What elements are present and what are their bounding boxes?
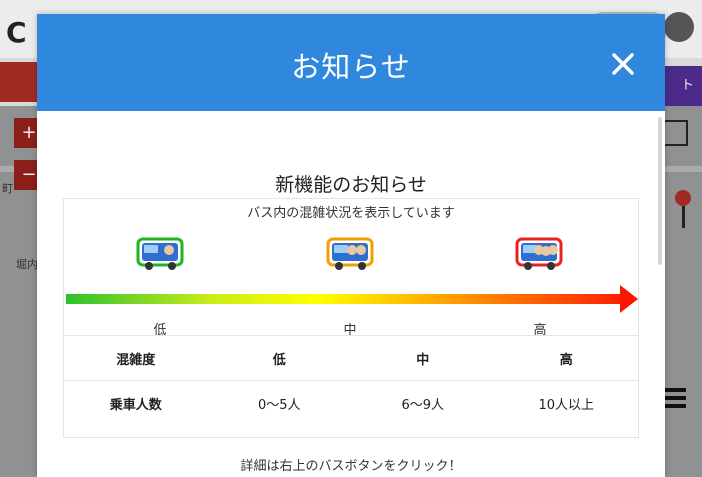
table-cell: 0〜5人 [207,380,351,425]
close-button[interactable] [609,50,637,78]
table-row: 乗車人数 0〜5人 6〜9人 10人以上 [64,380,638,425]
table-header-cell: 混雑度 [64,335,208,381]
congestion-gradient-bar [66,294,622,304]
table-cell: 10人以上 [494,380,638,425]
table-header-cell: 高 [494,335,638,381]
bus-low-congestion-icon [136,237,184,270]
notice-heading: 新機能のお知らせ [275,174,427,196]
bus-stop-icon[interactable] [674,190,692,230]
table-header-cell: 中 [351,335,495,381]
avatar[interactable] [664,12,694,42]
gradient-arrow-head [620,285,638,313]
map-label: 堀内 [16,258,38,271]
table-cell: 6〜9人 [351,380,495,425]
table-row: 混雑度 低 中 高 [64,335,638,381]
table-row-head: 乗車人数 [64,380,208,425]
menu-icon[interactable] [662,388,686,412]
modal-header: お知らせ [37,14,665,111]
bus-high-congestion-icon [515,237,563,270]
close-icon [612,53,634,75]
fullscreen-icon[interactable] [662,120,688,146]
footer-hint: 詳細は右上のバスボタンをクリック！ [240,459,462,474]
bus-mid-congestion-icon [326,237,374,270]
app-logo: C [6,16,27,49]
congestion-table: 混雑度 低 中 高 乗車人数 0〜5人 6〜9人 10人以上 [64,335,638,425]
modal-title: お知らせ [291,50,411,84]
congestion-info-box: バス内の混雑状況を表示しています 低 中 高 混雑度 低 中 高 乗車人数 0〜… [63,198,639,438]
map-label: 町 [2,182,13,195]
table-header-cell: 低 [207,335,351,381]
congestion-subtitle: バス内の混雑状況を表示しています [247,206,455,221]
notice-modal: お知らせ 新機能のお知らせ バス内の混雑状況を表示しています 低 中 高 混雑度… [37,14,665,477]
